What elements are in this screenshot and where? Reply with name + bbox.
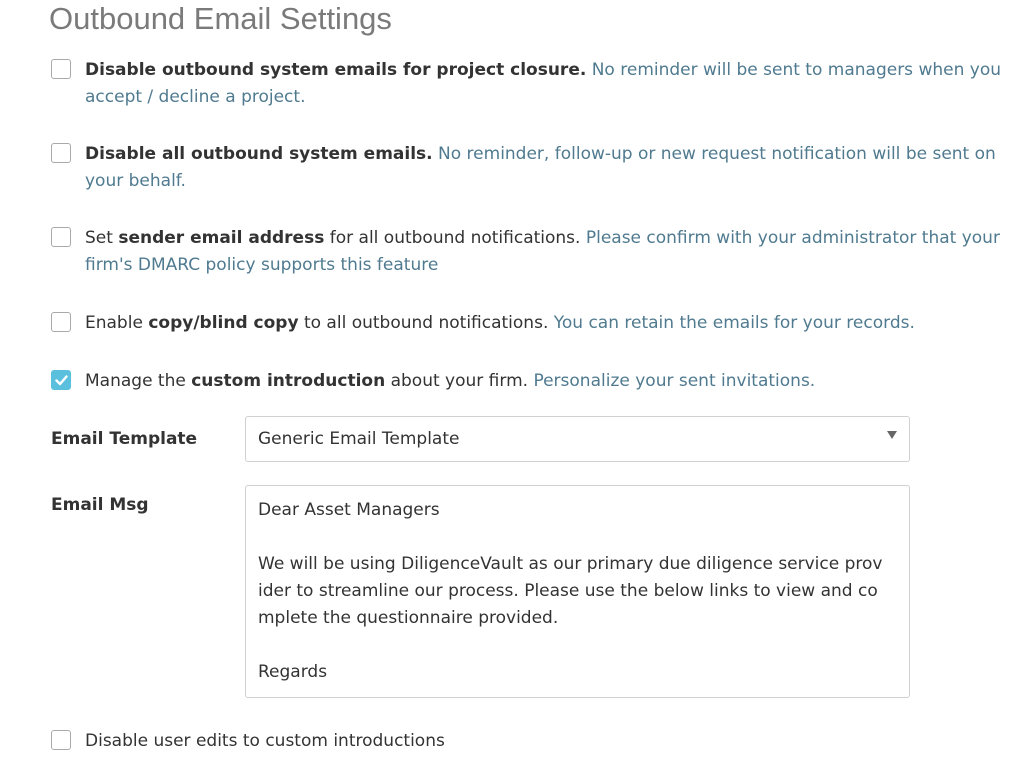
email-msg-line: We will be using DiligenceVault as our p…: [258, 554, 883, 574]
email-msg-label: Email Msg: [51, 495, 149, 515]
checkmark-icon: [55, 375, 68, 386]
option-prefix: Enable: [85, 313, 149, 333]
option-suffix: about your firm.: [385, 371, 534, 391]
checkbox-sender-email-address[interactable]: [51, 227, 71, 247]
option-text: Disable all outbound system emails. No r…: [85, 141, 1001, 195]
email-msg-line: [258, 632, 897, 659]
email-msg-line: mplete the questionnaire provided.: [258, 608, 559, 628]
option-label: Disable user edits to custom introductio…: [85, 731, 445, 751]
option-hint: Personalize your sent invitations.: [533, 371, 816, 391]
checkbox-disable-all-emails[interactable]: [51, 143, 71, 163]
option-bold-label: sender email address: [118, 228, 325, 248]
option-text: Disable outbound system emails for proje…: [85, 57, 1001, 111]
option-text: Set sender email address for all outboun…: [85, 225, 1001, 279]
checkbox-disable-closure-emails[interactable]: [51, 59, 71, 79]
option-text: Manage the custom introduction about you…: [85, 368, 1001, 395]
option-text: Enable copy/blind copy to all outbound n…: [85, 310, 1001, 337]
checkbox-disable-user-edits[interactable]: [51, 730, 71, 750]
checkbox-copy-blind-copy[interactable]: [51, 312, 71, 332]
page-title: Outbound Email Settings: [49, 1, 392, 36]
option-bold-label: custom introduction: [191, 371, 386, 391]
email-template-label: Email Template: [51, 429, 198, 449]
email-msg-textarea[interactable]: Dear Asset Managers We will be using Dil…: [245, 485, 910, 698]
option-hint: You can retain the emails for your recor…: [553, 313, 915, 333]
option-suffix: to all outbound notifications.: [298, 313, 554, 333]
option-prefix: Manage the: [85, 371, 192, 391]
email-msg-line: ider to streamline our process. Please u…: [258, 581, 878, 601]
option-text: Disable user edits to custom introductio…: [85, 728, 1001, 755]
email-msg-line: Regards: [258, 662, 328, 682]
option-bold-label: Disable outbound system emails for proje…: [85, 60, 587, 80]
option-suffix: for all outbound notifications.: [324, 228, 586, 248]
email-template-selected-value: Generic Email Template: [258, 429, 460, 449]
email-msg-line: [258, 524, 897, 551]
option-bold-label: copy/blind copy: [148, 313, 299, 333]
option-bold-label: Disable all outbound system emails.: [85, 144, 433, 164]
option-prefix: Set: [85, 228, 119, 248]
caret-down-icon: [887, 431, 897, 439]
email-template-select[interactable]: Generic Email Template: [245, 416, 910, 462]
checkbox-custom-introduction[interactable]: [51, 370, 71, 390]
email-msg-line: Dear Asset Managers: [258, 500, 440, 520]
